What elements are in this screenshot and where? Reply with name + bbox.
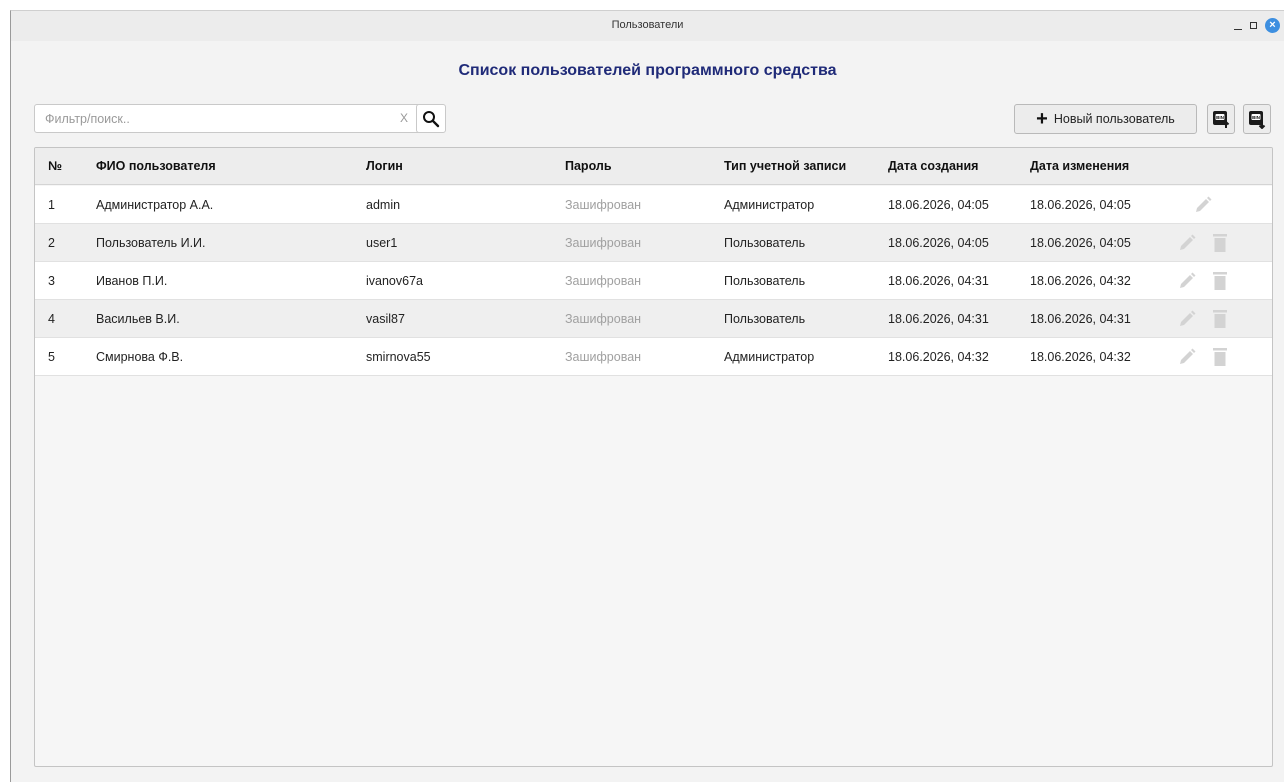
minimize-button[interactable] [1234,20,1242,30]
new-user-label: Новый пользователь [1053,112,1175,126]
bin-export-icon: BIN [1249,111,1266,129]
pencil-icon[interactable] [1193,195,1213,215]
cell-fio: Пользователь И.И. [96,236,206,250]
search-button[interactable] [416,104,446,133]
bin-export-button[interactable]: BIN [1243,104,1271,134]
cell-modified: 18.06.2026, 04:31 [1030,312,1131,326]
search-box: X [34,104,421,133]
cell-account-type: Администратор [724,198,815,212]
close-icon: × [1269,18,1276,31]
table-row[interactable]: 5 Смирнова Ф.В. smirnova55 Зашифрован Ад… [35,338,1272,376]
cell-login: user1 [366,236,398,250]
cell-account-type: Пользователь [724,274,806,288]
header-fio[interactable]: ФИО пользователя [96,159,216,173]
page-title: Список пользователей программного средст… [458,62,837,79]
cell-modified: 18.06.2026, 04:05 [1030,198,1131,212]
trash-icon[interactable] [1212,271,1228,291]
title-bar: Пользователи × [11,11,1284,41]
window-title: Пользователи [611,19,684,31]
cell-login: smirnova55 [366,350,431,364]
pencil-icon[interactable] [1177,309,1197,329]
bin-import-icon: BIN [1213,111,1230,128]
header-modified[interactable]: Дата изменения [1030,159,1129,173]
search-icon [423,110,440,127]
cell-created: 18.06.2026, 04:32 [888,350,989,364]
trash-icon[interactable] [1212,309,1228,329]
users-table: № ФИО пользователя Логин Пароль Тип учет… [34,147,1273,767]
cell-num: 1 [48,198,55,212]
header-password[interactable]: Пароль [565,159,612,173]
bin-import-button[interactable]: BIN [1207,104,1235,134]
cell-num: 2 [48,236,55,250]
pencil-icon[interactable] [1177,233,1197,253]
search-input[interactable] [35,105,375,132]
table-row[interactable]: 3 Иванов П.И. ivanov67a Зашифрован Польз… [35,262,1272,300]
new-user-button[interactable]: + Новый пользователь [1014,104,1197,134]
cell-password: Зашифрован [565,236,642,250]
cell-login: ivanov67a [366,274,423,288]
pencil-icon[interactable] [1177,271,1197,291]
trash-icon[interactable] [1212,233,1228,253]
cell-account-type: Пользователь [724,312,806,326]
maximize-button[interactable] [1250,21,1257,29]
cell-created: 18.06.2026, 04:31 [888,312,989,326]
trash-icon[interactable] [1212,347,1228,367]
svg-text:BIN: BIN [1216,115,1224,120]
header-account-type[interactable]: Тип учетной записи [724,159,846,173]
cell-password: Зашифрован [565,350,642,364]
cell-num: 3 [48,274,55,288]
cell-login: vasil87 [366,312,405,326]
cell-login: admin [366,198,401,212]
header-num[interactable]: № [48,159,62,173]
clear-search-button[interactable]: X [400,111,408,125]
cell-created: 18.06.2026, 04:05 [888,236,989,250]
cell-num: 4 [48,312,55,326]
cell-password: Зашифрован [565,274,642,288]
table-row[interactable]: 2 Пользователь И.И. user1 Зашифрован Пол… [35,224,1272,262]
cell-account-type: Пользователь [724,236,806,250]
cell-password: Зашифрован [565,198,642,212]
cell-created: 18.06.2026, 04:05 [888,198,989,212]
plus-icon: + [1036,108,1048,130]
close-button[interactable]: × [1265,17,1280,33]
cell-password: Зашифрован [565,312,642,326]
window-controls: × [1234,17,1280,33]
users-window: Пользователи × Список пользователей прог… [10,10,1284,782]
cell-modified: 18.06.2026, 04:32 [1030,274,1131,288]
header-login[interactable]: Логин [366,159,403,173]
table-header: № ФИО пользователя Логин Пароль Тип учет… [35,148,1272,185]
cell-modified: 18.06.2026, 04:32 [1030,350,1131,364]
cell-num: 5 [48,350,55,364]
pencil-icon[interactable] [1177,347,1197,367]
cell-account-type: Администратор [724,350,815,364]
cell-modified: 18.06.2026, 04:05 [1030,236,1131,250]
cell-fio: Администратор А.А. [96,198,214,212]
header-created[interactable]: Дата создания [888,159,978,173]
table-row[interactable]: 4 Васильев В.И. vasil87 Зашифрован Польз… [35,300,1272,338]
cell-fio: Смирнова Ф.В. [96,350,184,364]
cell-fio: Васильев В.И. [96,312,180,326]
cell-created: 18.06.2026, 04:31 [888,274,989,288]
cell-fio: Иванов П.И. [96,274,168,288]
svg-text:BIN: BIN [1252,115,1260,120]
table-row[interactable]: 1 Администратор А.А. admin Зашифрован Ад… [35,186,1272,224]
